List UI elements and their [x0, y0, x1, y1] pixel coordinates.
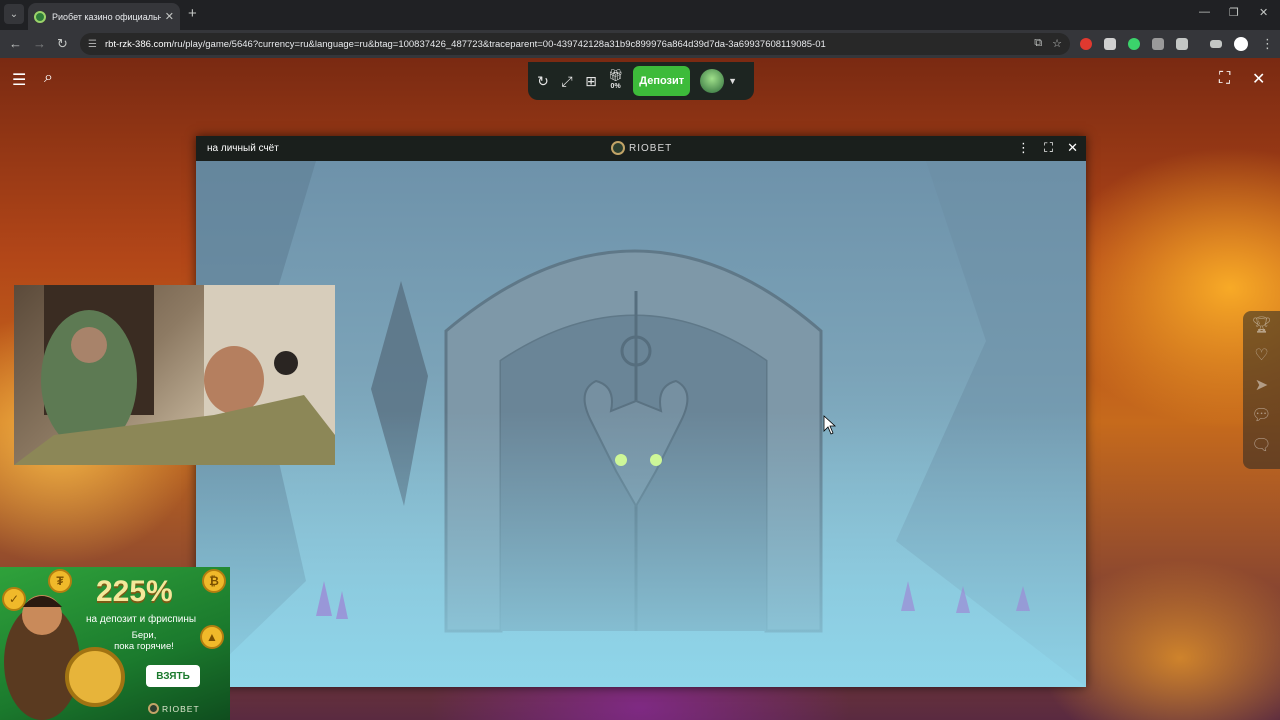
tron-coin-icon: ▲: [200, 625, 224, 649]
chat-icon[interactable]: 🗨︎: [1251, 437, 1271, 455]
browser-menu-icon[interactable]: ⋮: [1261, 36, 1274, 52]
menu-icon[interactable]: ☰: [12, 70, 26, 90]
search-icon[interactable]: ⌕: [44, 69, 53, 87]
riobet-logo-icon: [148, 703, 159, 714]
close-window-icon[interactable]: ✕: [1259, 6, 1268, 19]
url-host: rbt-rzk-386.com: [104, 38, 172, 50]
opera-extension-icon[interactable]: [1080, 38, 1092, 50]
promo-riobet-logo: RIOBET: [148, 703, 200, 714]
minimize-window-icon[interactable]: —: [1199, 6, 1210, 18]
puzzle-extensions-icon[interactable]: [1176, 38, 1188, 50]
telegram-icon[interactable]: ➤: [1255, 377, 1268, 395]
site-info-icon[interactable]: ☰: [88, 39, 97, 50]
tab-title: Риобет казино официальный: [52, 11, 161, 22]
game-window-header: на личный счёт RIOBET ⋮ ⛶ ✕: [196, 136, 1086, 161]
promo-hot-text: Бери, пока горячие!: [108, 630, 180, 652]
right-side-panel: 🏆︎ ♡ ➤ 💬︎ 🗨︎: [1243, 311, 1280, 469]
back-arrow-icon[interactable]: ←: [9, 36, 22, 52]
gift-percent: 0%: [610, 83, 621, 90]
riobet-logo-icon: [611, 141, 625, 155]
expand-icon[interactable]: ⤢: [560, 73, 574, 90]
deposit-button[interactable]: Депозит: [633, 66, 691, 96]
profile-avatar-icon[interactable]: [1234, 37, 1248, 51]
reload-icon[interactable]: ↻: [57, 36, 68, 52]
install-app-icon[interactable]: ⧉: [1034, 37, 1042, 50]
promo-subtitle: на депозит и фриспины: [86, 614, 197, 625]
extension-icon[interactable]: [1152, 38, 1164, 50]
fullscreen-icon[interactable]: ⛶: [1219, 70, 1230, 88]
tab-search-chevron-icon[interactable]: ⌄: [4, 4, 24, 24]
forward-arrow-icon[interactable]: →: [33, 36, 46, 52]
bitcoin-coin-icon: ₿: [202, 569, 226, 593]
promo-banner[interactable]: ₮ ✓ ₿ ▲ 225% на депозит и фриспины Бери,…: [0, 567, 230, 720]
shield-extension-icon[interactable]: [1128, 38, 1140, 50]
tether-coin-icon: ₮: [48, 569, 72, 593]
riobet-favicon-icon: [34, 10, 46, 23]
promo-hot-line2: пока горячие!: [114, 641, 174, 652]
reload-game-icon[interactable]: ↻: [536, 73, 550, 90]
gift-icon: 🎁︎: [608, 68, 624, 82]
trophy-icon[interactable]: 🏆︎: [1251, 317, 1271, 335]
casino-page: ☰ ⌕ ⛶ ✕ ↻ ⤢ ⊞ 🎁︎ 0% Депозит ▼ на личный …: [0, 58, 1280, 720]
streamer-webcam: [14, 285, 335, 465]
take-bonus-button[interactable]: ВЗЯТЬ: [146, 665, 200, 687]
heart-icon[interactable]: ♡: [1254, 347, 1268, 365]
url-path: /ru/play/game/5646?currency=ru&language=…: [171, 38, 826, 50]
close-game-icon[interactable]: ✕: [1252, 69, 1265, 89]
media-controls-icon[interactable]: [1210, 40, 1222, 48]
game-toolbar: ↻ ⤢ ⊞ 🎁︎ 0% Депозит ▼: [528, 62, 754, 100]
url-text: rbt-rzk-386.com/ru/play/game/5646?curren…: [105, 39, 826, 50]
extension-icon[interactable]: [1104, 38, 1116, 50]
tab-close-icon[interactable]: ✕: [165, 10, 174, 23]
webcam-video: [14, 285, 335, 465]
promo-percent: 225%: [96, 575, 173, 608]
support-chat-icon[interactable]: 💬︎: [1251, 407, 1271, 425]
riobet-logo-text: RIOBET: [629, 142, 673, 154]
bookmark-star-icon[interactable]: ☆: [1052, 37, 1062, 50]
grid-layout-icon[interactable]: ⊞: [584, 73, 598, 90]
riobet-logo: RIOBET: [611, 141, 672, 155]
gift-cashback[interactable]: 🎁︎ 0%: [608, 68, 624, 92]
browser-toolbar: ← → ↻ ☰ rbt-rzk-386.com/ru/play/game/564…: [0, 30, 1280, 58]
user-avatar[interactable]: [700, 69, 725, 93]
close-game-window-icon[interactable]: ✕: [1067, 140, 1078, 156]
promo-logo-text: RIOBET: [162, 703, 200, 714]
restore-window-icon[interactable]: ❐: [1229, 6, 1239, 19]
promo-hot-line1: Бери,: [131, 630, 157, 641]
browser-tab-active[interactable]: Риобет казино официальный ✕: [28, 3, 180, 30]
address-bar[interactable]: ☰ rbt-rzk-386.com/ru/play/game/5646?curr…: [80, 33, 1070, 55]
more-options-icon[interactable]: ⋮: [1017, 140, 1030, 156]
chevron-down-icon[interactable]: ▼: [728, 76, 737, 86]
maximize-game-icon[interactable]: ⛶: [1044, 140, 1053, 156]
new-tab-icon[interactable]: +: [188, 6, 197, 22]
coin-icon: ✓: [2, 587, 26, 611]
game-window-title: на личный счёт: [207, 143, 279, 154]
browser-tab-bar: ⌄ Риобет казино официальный ✕ + — ❐ ✕: [0, 0, 1280, 30]
